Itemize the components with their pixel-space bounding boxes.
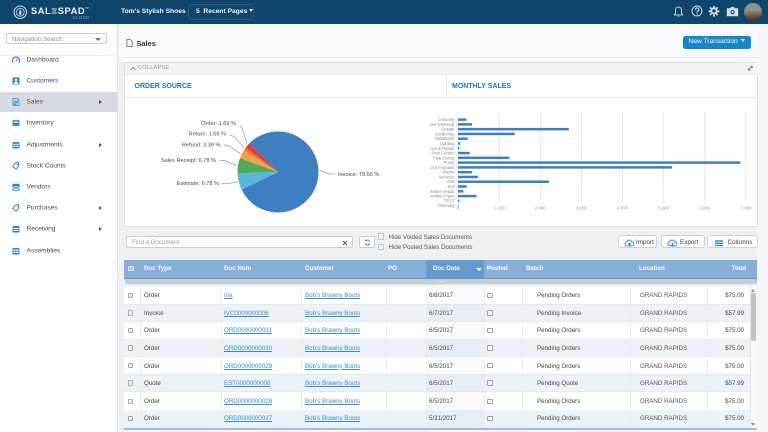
svg-text:7,000: 7,000 xyxy=(741,206,753,211)
svg-text:Order: 1.69 %: Order: 1.69 % xyxy=(201,121,236,127)
svg-text:6,000: 6,000 xyxy=(699,206,711,211)
svg-text:Sales Receipt: 6.78 %: Sales Receipt: 6.78 % xyxy=(161,158,216,164)
svg-text:2,000: 2,000 xyxy=(535,206,547,211)
svg-text:Trimming: Trimming xyxy=(437,203,455,208)
svg-text:1,000: 1,000 xyxy=(494,206,506,211)
svg-text:Estimate: 6.78 %: Estimate: 6.78 % xyxy=(177,181,219,187)
svg-text:4,000: 4,000 xyxy=(617,206,629,211)
svg-text:Invoice: 79.66 %: Invoice: 79.66 % xyxy=(338,172,379,178)
svg-text:Return: 1.69 %: Return: 1.69 % xyxy=(189,132,226,138)
svg-text:3,000: 3,000 xyxy=(576,206,588,211)
svg-text:5,000: 5,000 xyxy=(658,206,670,211)
svg-text:Refund: 3.39 %: Refund: 3.39 % xyxy=(182,143,221,149)
